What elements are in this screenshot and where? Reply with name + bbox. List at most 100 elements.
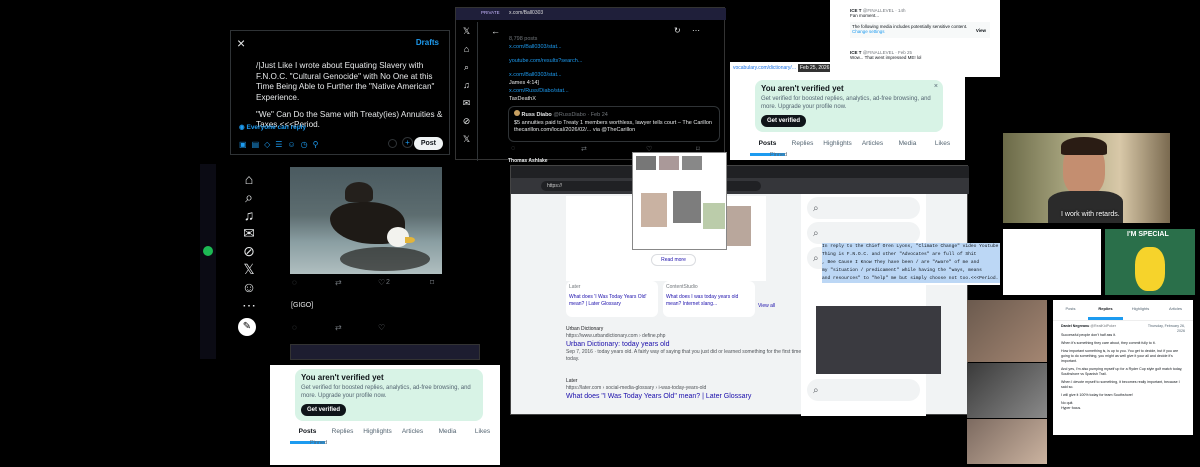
bell-icon[interactable]: ♫ [238, 206, 260, 224]
home-icon[interactable]: ⌂ [238, 170, 260, 188]
repost-icon[interactable]: ⇄ [581, 145, 587, 153]
result-card[interactable]: Later What does 'I Was Today Years Old' … [566, 281, 658, 317]
tab-media[interactable]: Media [890, 134, 925, 156]
reply-setting[interactable]: ◉ Everyone can reply [239, 123, 306, 131]
reply-icon[interactable]: ◌ [292, 278, 297, 287]
repost-icon[interactable]: ⇄ [335, 278, 342, 287]
post-author: Daniel Negreanu [1061, 324, 1090, 328]
post-paragraph: When it's something they care about, the… [1061, 341, 1156, 345]
video-call-thumb[interactable] [816, 306, 941, 374]
back-arrow-icon[interactable]: ← [491, 26, 500, 36]
collage-thumbnail[interactable] [632, 152, 727, 250]
change-settings-link[interactable]: Change settings [852, 29, 988, 34]
emoji-icon[interactable]: ☺ [287, 140, 300, 149]
bell-icon[interactable]: ♫ [456, 76, 477, 94]
post-date: Thursday, February 26, 2026 [1147, 324, 1185, 333]
tab-highlights[interactable]: Highlights [820, 134, 855, 156]
refresh-icon[interactable]: ↻ [674, 26, 681, 35]
close-icon[interactable]: × [934, 83, 938, 90]
suggestion-row[interactable]: ⌕ [807, 222, 920, 244]
eagle-image[interactable] [290, 167, 442, 274]
location-icon[interactable]: ⚲ [313, 140, 324, 149]
repost-icon[interactable]: ⇄ [335, 323, 342, 332]
schedule-icon[interactable]: ◷ [301, 140, 313, 149]
result-title[interactable]: Urban Dictionary: today years old [566, 340, 806, 349]
thread-link[interactable]: youtube.com/results?search... [509, 57, 582, 65]
like-icon[interactable]: ♡ [378, 278, 385, 287]
compose-icon[interactable]: ✎ [238, 318, 256, 336]
close-icon[interactable]: × [237, 35, 245, 51]
tab-articles[interactable]: Articles [1158, 300, 1193, 320]
grok-icon[interactable]: ⊘ [238, 242, 260, 260]
tab-articles[interactable]: Articles [395, 422, 430, 444]
post-handle: @RealKidPoker [1090, 324, 1116, 328]
tab-highlights[interactable]: Highlights [360, 422, 395, 444]
result-card[interactable]: ContentStudio What does I was today year… [663, 281, 755, 317]
address-bar[interactable]: x.com/Ball0303 [509, 10, 543, 16]
gif-icon[interactable]: ▤ [252, 140, 265, 149]
add-post-icon[interactable]: + [402, 137, 413, 148]
grok-icon[interactable]: ⊘ [456, 112, 477, 130]
page-date: Feb 25, 2026 [798, 64, 832, 72]
read-more-button[interactable]: Read more [651, 254, 696, 266]
x-icon[interactable]: 𝕏 [238, 260, 260, 278]
tab-replies[interactable]: Replies [1088, 300, 1123, 320]
tab-likes[interactable]: Likes [925, 134, 960, 156]
x-icon[interactable]: 𝕏 [456, 130, 477, 148]
search-result[interactable]: Later https://later.com › social-media-g… [566, 378, 806, 401]
quoted-tweet[interactable]: Russ Diabo @RussDiabo · Feb 24 $5 annuit… [508, 106, 720, 142]
compose-text[interactable]: /|Just Like I wrote about Equating Slave… [256, 61, 446, 131]
like-icon[interactable]: ♡ [378, 323, 385, 332]
thread-link[interactable]: x.com/Ball0303/stat... [509, 71, 582, 79]
tab-posts[interactable]: Posts [1053, 300, 1088, 320]
post-button[interactable]: Post [413, 137, 443, 150]
tab-replies[interactable]: Replies [785, 134, 820, 156]
person-icon[interactable]: ☺ [238, 278, 260, 296]
video-woman[interactable] [967, 300, 1047, 362]
tweet-author: Russ Diabo [521, 112, 552, 118]
post-caption: [GIGO] [291, 302, 314, 309]
grok-icon[interactable]: ◇ [264, 140, 275, 149]
result-url: https://www.urbandictionary.com › define… [566, 332, 666, 339]
profile-tabs: Posts Replies Highlights Articles [1053, 300, 1193, 321]
meme-caption: I work with retards. [1061, 211, 1120, 218]
x-logo-icon[interactable]: 𝕏 [456, 22, 477, 40]
thread-text: TaxDeathX [509, 96, 536, 102]
more-icon[interactable]: ⋯ [692, 26, 700, 35]
thread-link[interactable]: x.com/Russ/Diabo/stat... [509, 87, 582, 95]
bookmark-icon[interactable]: ⌑ [430, 278, 434, 287]
get-verified-button[interactable]: Get verified [761, 114, 807, 127]
get-verified-button[interactable]: Get verified [301, 403, 347, 416]
more-icon[interactable]: ⋯ [238, 296, 260, 314]
tab-highlights[interactable]: Highlights [1123, 300, 1158, 320]
reply-icon[interactable]: ◌ [511, 145, 515, 152]
image-icon[interactable]: ▣ [239, 140, 252, 149]
search-result[interactable]: Urban Dictionary https://www.urbandictio… [566, 326, 806, 362]
search-icon[interactable]: ⌕ [238, 188, 260, 206]
mail-icon[interactable]: ✉ [238, 224, 260, 242]
suggestion-row[interactable]: ⌕ [807, 379, 920, 401]
spotify-icon[interactable] [203, 246, 213, 256]
tab-articles[interactable]: Articles [855, 134, 890, 156]
notif-text: Wow... That went impressed ME! lol [850, 55, 922, 60]
reply-icon[interactable]: ◌ [292, 323, 297, 332]
view-all-link[interactable]: View all [758, 303, 775, 309]
suggestion-row[interactable]: ⌕ [807, 197, 920, 219]
drafts-button[interactable]: Drafts [416, 38, 439, 47]
result-title[interactable]: What does "I Was Today Years Old" mean? … [566, 392, 806, 401]
tab-media[interactable]: Media [430, 422, 465, 444]
note-line: , Bee Cause I Know They have been / are … [822, 259, 1000, 267]
tab-replies[interactable]: Replies [325, 422, 360, 444]
card-source: ContentStudio [666, 284, 698, 290]
video-woman2[interactable] [967, 419, 1047, 464]
list-icon[interactable]: ☰ [275, 140, 287, 149]
thread-link[interactable]: x.com/Ball0303/stat... [509, 43, 582, 51]
long-post-panel: Posts Replies Highlights Articles Daniel… [1053, 300, 1193, 435]
pinned-label: Pinned [770, 152, 788, 158]
mail-icon[interactable]: ✉ [456, 94, 477, 112]
home-icon[interactable]: ⌂ [456, 40, 477, 58]
search-icon[interactable]: ⌕ [456, 58, 477, 76]
video-man[interactable] [967, 363, 1047, 418]
tab-likes[interactable]: Likes [465, 422, 500, 444]
view-button[interactable]: View [976, 28, 986, 33]
